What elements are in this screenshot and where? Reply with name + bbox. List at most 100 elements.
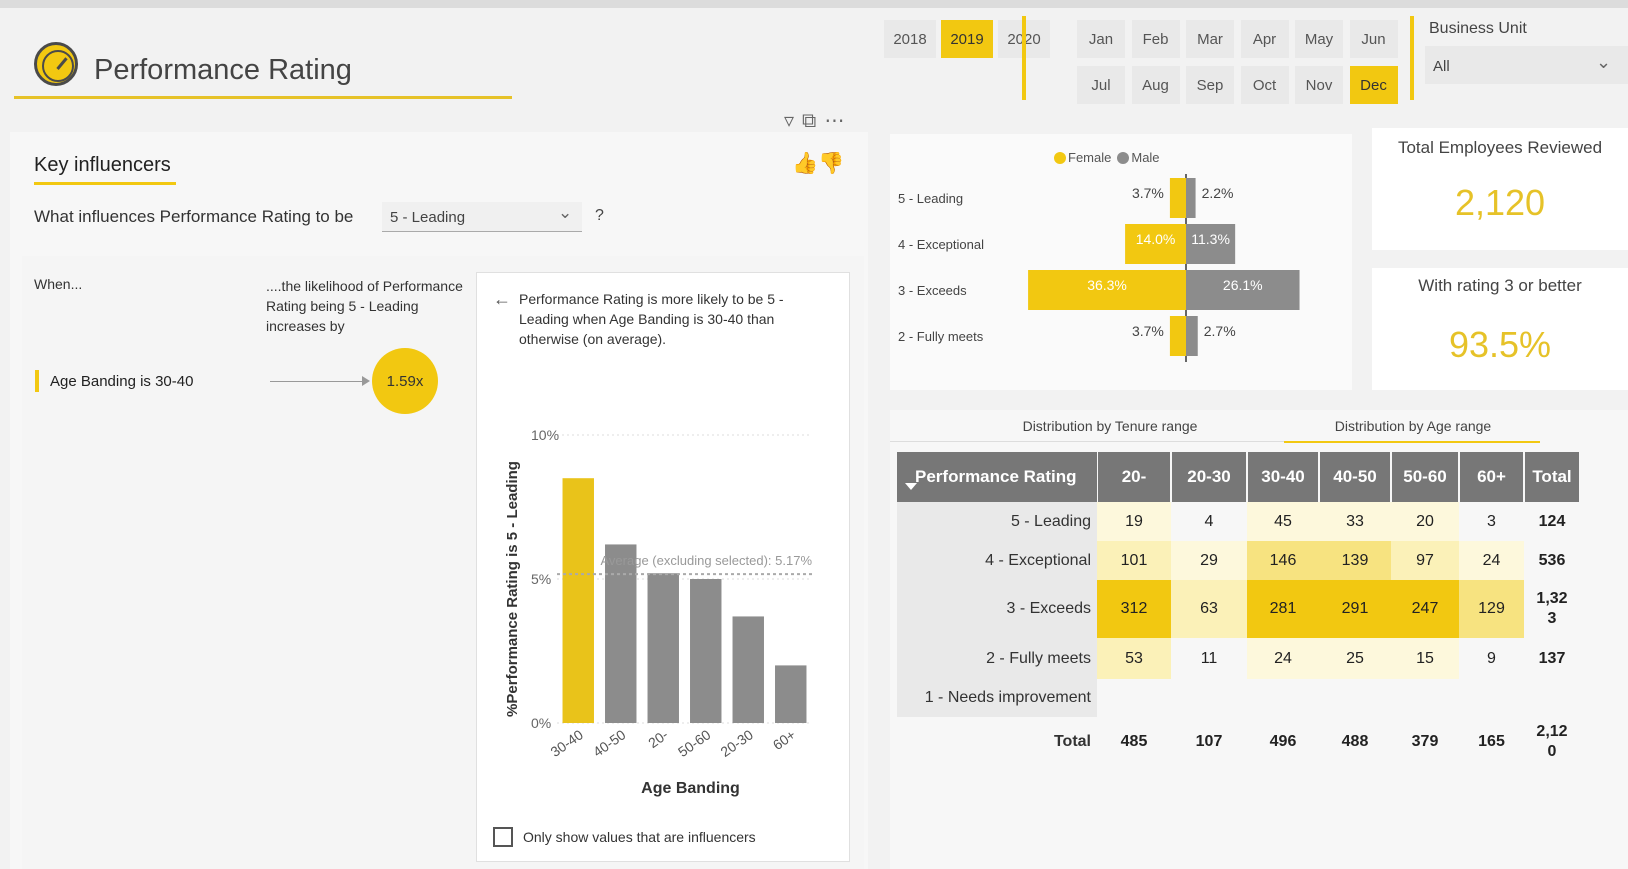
matrix-cell bbox=[1319, 679, 1391, 717]
month-button-apr[interactable]: Apr bbox=[1240, 20, 1289, 58]
matrix-cell: 19 bbox=[1097, 502, 1171, 541]
thumbs-up-icon[interactable]: 👍 bbox=[792, 152, 818, 175]
month-button-oct[interactable]: Oct bbox=[1240, 66, 1289, 104]
female-value-label: 14.0% bbox=[1136, 231, 1176, 247]
legend-male-swatch bbox=[1117, 151, 1130, 164]
thumbs-down-icon[interactable]: 👎 bbox=[818, 152, 844, 175]
category-label: 4 - Exceptional bbox=[898, 237, 984, 252]
male-value-label: 2.7% bbox=[1204, 323, 1236, 339]
target-value-dropdown[interactable]: 5 - Leading bbox=[382, 202, 582, 232]
matrix-column-header: 60+ bbox=[1460, 452, 1523, 502]
month-button-jul[interactable]: Jul bbox=[1077, 66, 1125, 104]
matrix-total-label: Total bbox=[897, 717, 1097, 767]
month-button-jun[interactable]: Jun bbox=[1349, 20, 1398, 58]
matrix-cell: 20 bbox=[1391, 502, 1459, 541]
female-value-label: 3.7% bbox=[1132, 185, 1164, 201]
matrix-cell: 4 bbox=[1171, 502, 1247, 541]
gauge-icon bbox=[34, 42, 78, 86]
tab-tenure-range[interactable]: Distribution by Tenure range bbox=[1010, 418, 1210, 434]
chevron-down-icon[interactable]: ⌄ bbox=[1596, 52, 1611, 73]
matrix-cell: 24 bbox=[1459, 541, 1524, 580]
gender-diverging-chart: 5 - Leading 3.7% 2.2% 4 - Exceptional 14.0% 1… bbox=[898, 174, 1300, 362]
month-button-feb[interactable]: Feb bbox=[1131, 20, 1180, 58]
matrix-column-header: 50-60 bbox=[1392, 452, 1458, 502]
kpi-value: 2,120 bbox=[1454, 182, 1546, 223]
matrix-cell: 33 bbox=[1319, 502, 1391, 541]
y-tick-label: 0% bbox=[531, 715, 551, 731]
matrix-column-header: 20- bbox=[1098, 452, 1170, 502]
bar-30-40 bbox=[562, 478, 594, 723]
matrix-cell: 53 bbox=[1097, 638, 1171, 679]
matrix-cell: 247 bbox=[1391, 580, 1459, 638]
matrix-cell bbox=[1459, 679, 1524, 717]
legend-male-label: Male bbox=[1131, 150, 1160, 165]
bar-20- bbox=[647, 573, 679, 723]
average-label: Average (excluding selected): 5.17% bbox=[601, 553, 813, 568]
matrix-cell: 129 bbox=[1459, 580, 1524, 638]
matrix-total-cell: 107 bbox=[1195, 733, 1223, 750]
y-axis-title: %Performance Rating is 5 - Leading bbox=[504, 461, 521, 717]
bar-60+ bbox=[775, 665, 807, 723]
female-bar bbox=[1169, 178, 1186, 218]
influence-question: What influences Performance Rating to be bbox=[34, 207, 354, 226]
chart-legend: Female Male bbox=[1054, 150, 1166, 165]
female-bar bbox=[1169, 316, 1186, 356]
month-button-sep[interactable]: Sep bbox=[1186, 66, 1234, 104]
matrix-cell: 11 bbox=[1171, 638, 1247, 679]
month-button-mar[interactable]: Mar bbox=[1186, 20, 1234, 58]
matrix-cell: 312 bbox=[1097, 580, 1171, 638]
matrix-column-header: 30-40 bbox=[1248, 452, 1318, 502]
month-button-dec[interactable]: Dec bbox=[1349, 66, 1398, 104]
matrix-cell bbox=[1524, 679, 1580, 717]
x-tick-label: 30-40 bbox=[547, 726, 586, 760]
matrix-cell: 97 bbox=[1391, 541, 1459, 580]
tab-age-range[interactable]: Distribution by Age range bbox=[1300, 418, 1526, 434]
influencers-only-checkbox[interactable] bbox=[493, 827, 513, 847]
y-tick-label: 10% bbox=[531, 427, 559, 443]
matrix-row-label: 5 - Leading bbox=[897, 502, 1097, 541]
arrow-right-icon bbox=[362, 376, 370, 386]
matrix-cell bbox=[1097, 679, 1171, 717]
focus-mode-icon[interactable]: ⧉ bbox=[802, 110, 816, 132]
active-tab-indicator bbox=[1284, 441, 1540, 443]
matrix-cell bbox=[1247, 679, 1319, 717]
arrow-connector bbox=[270, 381, 366, 382]
x-tick-label: 20- bbox=[645, 726, 671, 751]
matrix-column-header: 20-30 bbox=[1172, 452, 1246, 502]
back-arrow-icon[interactable]: ← bbox=[493, 289, 511, 310]
matrix-cell: 29 bbox=[1171, 541, 1247, 580]
matrix-total-cell: 488 bbox=[1341, 733, 1369, 750]
sort-down-icon[interactable] bbox=[905, 483, 917, 490]
slicer-divider bbox=[1022, 16, 1026, 100]
matrix-cell: 63 bbox=[1171, 580, 1247, 638]
visual-header-icons: ▿ ⧉ ⋯ bbox=[776, 108, 844, 133]
matrix-cell: 101 bbox=[1097, 541, 1171, 580]
year-button-2018[interactable]: 2018 bbox=[884, 20, 936, 58]
matrix-cell: 15 bbox=[1391, 638, 1459, 679]
question-suffix: ? bbox=[595, 207, 604, 224]
title-underline bbox=[34, 182, 176, 185]
matrix-cell: 281 bbox=[1247, 580, 1319, 638]
month-button-aug[interactable]: Aug bbox=[1131, 66, 1180, 104]
matrix-cell: 25 bbox=[1319, 638, 1391, 679]
matrix-total-cell: 485 bbox=[1120, 733, 1148, 750]
filter-icon[interactable]: ▿ bbox=[784, 110, 794, 132]
month-button-nov[interactable]: Nov bbox=[1295, 66, 1343, 104]
rating3-card: With rating 3 or better 93.5% bbox=[1372, 268, 1628, 390]
month-button-may[interactable]: May bbox=[1295, 20, 1343, 58]
x-tick-label: 20-30 bbox=[717, 726, 756, 760]
month-button-jan[interactable]: Jan bbox=[1077, 20, 1125, 58]
influencer-factor[interactable]: Age Banding is 30-40 bbox=[50, 373, 193, 390]
bar-50-60 bbox=[690, 579, 722, 723]
male-value-label: 11.3% bbox=[1191, 231, 1230, 247]
chevron-down-icon[interactable]: ⌄ bbox=[558, 203, 572, 223]
feedback-icons: 👍👎 bbox=[792, 152, 844, 176]
business-unit-label: Business Unit bbox=[1429, 20, 1527, 37]
legend-female-label: Female bbox=[1068, 150, 1112, 165]
more-options-icon[interactable]: ⋯ bbox=[824, 110, 844, 132]
multiplier-bubble[interactable]: 1.59x bbox=[372, 348, 438, 414]
page-title: Performance Rating bbox=[94, 54, 352, 86]
matrix-cell: 3 bbox=[1459, 502, 1524, 541]
y-tick-label: 5% bbox=[531, 571, 551, 587]
year-button-2019[interactable]: 2019 bbox=[941, 20, 993, 58]
